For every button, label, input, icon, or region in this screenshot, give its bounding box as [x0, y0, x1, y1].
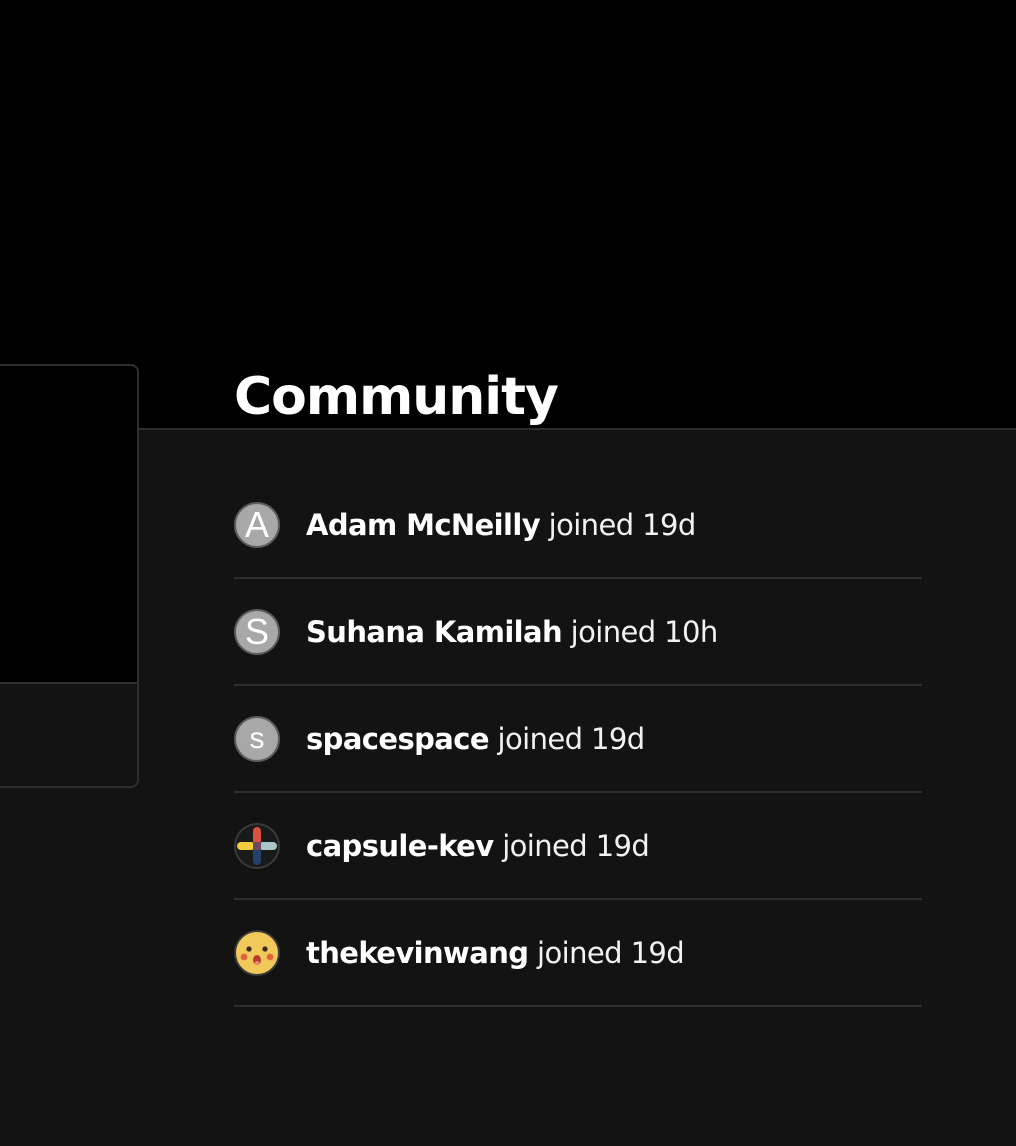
- member-name[interactable]: thekevinwang: [306, 936, 529, 970]
- member-action: joined: [497, 721, 583, 756]
- member-list: A Adam McNeilly joined 19d S Suhana Kami…: [234, 472, 922, 1007]
- capsule-cross-avatar-icon[interactable]: [234, 822, 280, 869]
- member-row[interactable]: capsule-kev joined 19d: [234, 793, 922, 900]
- member-action: joined: [548, 507, 634, 542]
- member-action: joined: [570, 614, 656, 649]
- member-name[interactable]: spacespace: [306, 722, 490, 756]
- member-time: 19d: [642, 507, 696, 542]
- member-time: 19d: [630, 935, 685, 970]
- member-name[interactable]: capsule-kev: [306, 829, 494, 863]
- member-text: thekevinwang joined 19d: [306, 935, 685, 970]
- avatar-letter: A: [244, 503, 269, 545]
- member-time: 19d: [591, 721, 645, 756]
- pikachu-face-avatar-icon[interactable]: [234, 929, 280, 976]
- member-text: capsule-kev joined 19d: [306, 828, 650, 863]
- member-time: 19d: [595, 828, 650, 863]
- member-row[interactable]: s spacespace joined 19d: [234, 686, 922, 793]
- member-row[interactable]: A Adam McNeilly joined 19d: [234, 472, 922, 579]
- avatar[interactable]: S: [234, 608, 280, 655]
- avatar-letter: S: [244, 610, 269, 652]
- member-text: spacespace joined 19d: [306, 722, 645, 756]
- member-name[interactable]: Adam McNeilly: [306, 508, 541, 542]
- member-row[interactable]: thekevinwang joined 19d: [234, 900, 922, 1007]
- avatar[interactable]: s: [234, 715, 280, 762]
- member-text: Adam McNeilly joined 19d: [306, 508, 696, 542]
- member-row[interactable]: S Suhana Kamilah joined 10h: [234, 579, 922, 686]
- member-time: 10h: [664, 614, 718, 649]
- community-page: Community A Adam McNeilly joined 19d S S…: [0, 0, 1016, 1146]
- left-card-media: [0, 366, 137, 684]
- avatar[interactable]: A: [234, 501, 280, 548]
- community-title: Community: [234, 367, 559, 427]
- member-action: joined: [502, 828, 588, 863]
- left-media-card[interactable]: [0, 364, 139, 788]
- member-action: joined: [537, 935, 622, 970]
- member-name[interactable]: Suhana Kamilah: [306, 615, 563, 649]
- member-text: Suhana Kamilah joined 10h: [306, 615, 718, 649]
- avatar-letter: s: [249, 721, 265, 755]
